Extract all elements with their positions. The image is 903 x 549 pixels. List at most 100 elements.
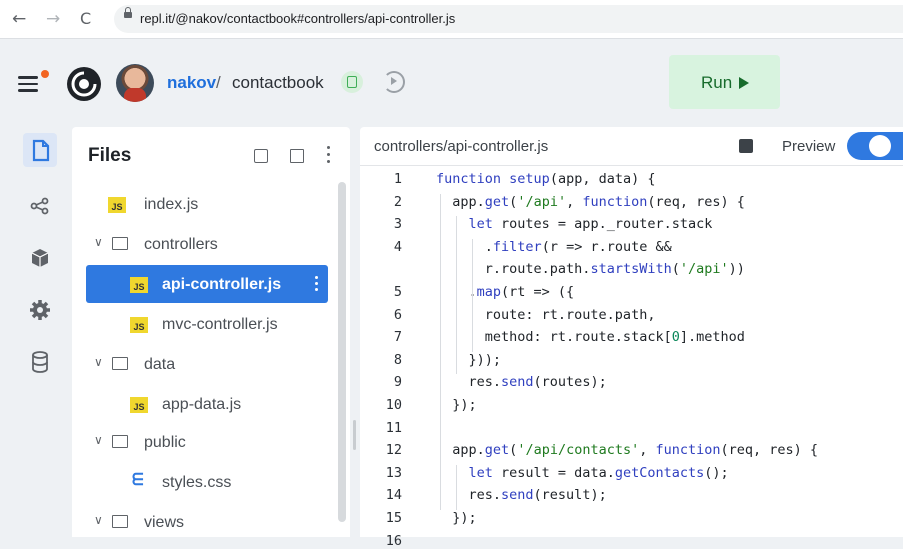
line-number: 6 (393, 306, 402, 323)
add-folder-icon[interactable] (290, 149, 304, 163)
folder-icon (112, 435, 128, 448)
code-line: res.send(routes); (436, 374, 607, 391)
indent-guide (472, 238, 473, 352)
code-line: let routes = app._router.stack (468, 216, 713, 233)
folder-icon (112, 357, 128, 370)
editor-tab-bar: controllers/api-controller.js Preview (360, 127, 903, 166)
chevron-down-icon: ∨ (94, 235, 103, 249)
js-icon: JS (130, 277, 148, 293)
code-line: function setup(app, data) { (436, 171, 656, 187)
indent-guide (456, 464, 457, 510)
history-icon[interactable] (383, 71, 405, 93)
files-title: Files (88, 145, 132, 166)
reload-button[interactable]: C (80, 9, 91, 28)
folder-icon (112, 515, 128, 528)
js-icon: JS (130, 397, 148, 413)
forward-button[interactable]: → (46, 9, 60, 29)
format-icon[interactable] (739, 139, 753, 153)
file-menu-icon[interactable] (315, 276, 318, 294)
line-number: 15 (385, 510, 402, 526)
file-name: index.js (144, 196, 199, 213)
line-number: 14 (385, 487, 402, 504)
add-file-icon[interactable] (254, 149, 268, 163)
run-label: Run (701, 73, 733, 92)
url-text[interactable]: repl.it/@nakov/contactbook#controllers/a… (140, 11, 455, 26)
chevron-down-icon: ∨ (94, 513, 103, 527)
file-name: app-data.js (162, 396, 242, 413)
js-icon: JS (130, 317, 148, 333)
folder-name: data (144, 356, 176, 373)
file-mvc-controller-js[interactable]: JS mvc-controller.js (86, 305, 328, 343)
owner-link[interactable]: nakov (167, 73, 216, 93)
project-name[interactable]: contactbook (232, 73, 324, 93)
file-styles-css[interactable]: ᗴ styles.css (86, 463, 328, 501)
files-panel: Files JS index.js ∨ controllers JS api-c… (72, 127, 350, 537)
file-name: mvc-controller.js (162, 316, 278, 333)
packages-icon[interactable] (23, 241, 57, 275)
indent-guide (440, 193, 441, 510)
line-number: 2 (393, 193, 402, 210)
indent-guide (456, 216, 457, 375)
js-icon: JS (108, 197, 126, 213)
share-icon[interactable] (23, 189, 57, 223)
folder-controllers[interactable]: ∨ controllers (86, 225, 328, 263)
code-line: route: rt.route.path, (436, 306, 656, 323)
line-number: 7 (393, 329, 402, 346)
line-number: 10 (385, 397, 402, 413)
breadcrumb-separator: / (216, 73, 221, 92)
notification-dot (41, 70, 49, 78)
code-editor: controllers/api-controller.js Preview 1 f… (360, 127, 903, 549)
lock-icon (124, 7, 132, 18)
folder-name: views (144, 514, 185, 531)
files-icon[interactable] (23, 133, 57, 167)
line-number: 13 (385, 464, 402, 481)
css-icon: ᗴ (132, 472, 144, 489)
play-icon (739, 77, 749, 89)
sidebar-rail (9, 127, 69, 537)
chevron-down-icon: ∨ (94, 355, 103, 369)
folder-name: controllers (144, 236, 218, 253)
code-line: app.get('/api/contacts', function(req, r… (436, 442, 819, 459)
settings-icon[interactable] (23, 293, 57, 327)
folder-views[interactable]: ∨ views (86, 503, 328, 541)
line-number: 3 (393, 216, 402, 233)
code-line: r.route.path.startsWith('/api')) (436, 261, 745, 278)
code-line: method: rt.route.stack[0].method (436, 329, 745, 346)
folder-data[interactable]: ∨ data (86, 345, 328, 383)
file-app-data-js[interactable]: JS app-data.js (86, 385, 328, 423)
panel-resize-handle[interactable] (353, 420, 356, 450)
line-number: 12 (385, 442, 402, 459)
replit-logo[interactable] (66, 66, 102, 102)
avatar[interactable] (116, 64, 154, 102)
code-line: app.get('/api', function(req, res) { (436, 193, 745, 210)
folder-icon (112, 237, 128, 250)
line-number: 1 (393, 171, 402, 187)
run-button[interactable]: Run (669, 55, 780, 109)
line-number: 16 (385, 532, 402, 549)
browser-toolbar: ← → C repl.it/@nakov/contactbook#control… (0, 0, 903, 39)
line-number: 9 (393, 374, 402, 391)
nodejs-icon (341, 71, 363, 93)
folder-public[interactable]: ∨ public (86, 423, 328, 461)
file-name: styles.css (162, 474, 232, 491)
code-line: }); (436, 510, 477, 526)
preview-toggle[interactable] (847, 132, 903, 160)
tab-api-controller[interactable]: controllers/api-controller.js (374, 138, 548, 155)
back-button[interactable]: ← (12, 9, 26, 29)
code-line: let result = data.getContacts(); (468, 464, 729, 481)
line-number: 5 (393, 284, 402, 300)
menu-icon[interactable] (18, 76, 38, 96)
preview-label: Preview (782, 138, 836, 155)
files-menu-icon[interactable] (327, 146, 331, 167)
line-number: 11 (385, 419, 402, 436)
file-name: api-controller.js (162, 276, 282, 293)
folder-name: public (144, 434, 186, 451)
database-icon[interactable] (23, 345, 57, 379)
file-index-js[interactable]: JS index.js (86, 185, 328, 223)
code-line: }); (436, 397, 477, 413)
files-scrollbar[interactable] (338, 182, 346, 522)
code-line: })); (436, 351, 502, 368)
file-api-controller-js[interactable]: JS api-controller.js (86, 265, 328, 303)
code-line: res.send(result); (436, 487, 607, 504)
chevron-down-icon: ∨ (94, 433, 103, 447)
